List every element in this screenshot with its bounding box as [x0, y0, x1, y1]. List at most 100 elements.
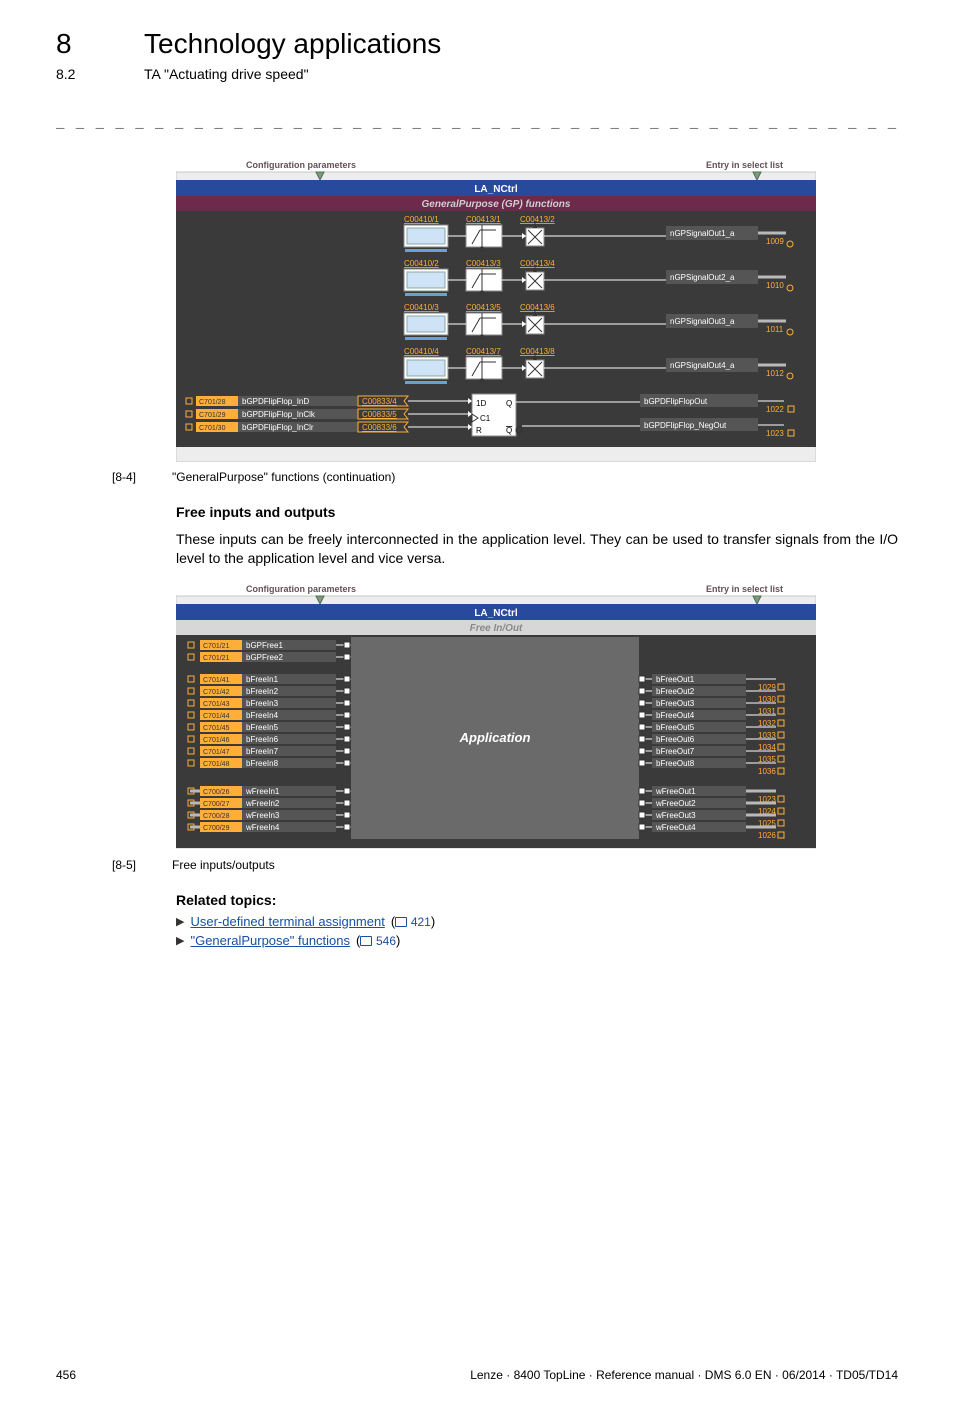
ff-output-label: bGPDFlipFlop_NegOut: [644, 421, 727, 430]
free-in-label: bGPFree2: [246, 653, 283, 662]
bar-title: LA_NCtrl: [474, 184, 518, 195]
code-link[interactable]: C00410/3: [404, 303, 439, 312]
related-link[interactable]: User-defined terminal assignment: [190, 914, 384, 929]
figure-id: [8-4]: [112, 470, 156, 484]
code-link[interactable]: C00413/4: [520, 259, 555, 268]
select-num: 1011: [766, 325, 784, 334]
signal-out-label: nGPSignalOut3_a: [670, 317, 735, 326]
free-in-label: bGPFree1: [246, 641, 283, 650]
code-link[interactable]: C00413/7: [466, 347, 501, 356]
port-label: C701/29: [199, 412, 226, 419]
figure-caption: Free inputs/outputs: [172, 858, 275, 872]
code-link[interactable]: C00413/2: [520, 215, 555, 224]
section-title: TA "Actuating drive speed": [144, 66, 309, 82]
code-link[interactable]: C00833/4: [362, 397, 397, 406]
ff-pin: 1D: [476, 399, 486, 408]
port-label: C700/28: [203, 813, 230, 820]
free-in-label: bFreeIn7: [246, 747, 279, 756]
code-link[interactable]: C00410/2: [404, 259, 439, 268]
select-num: 1023: [766, 429, 784, 438]
port-label: C701/44: [203, 713, 230, 720]
config-params-label: Configuration parameters: [246, 160, 356, 170]
ff-output-label: bGPDFlipFlopOut: [644, 397, 708, 406]
book-icon: [395, 917, 407, 927]
port-label: C701/21: [203, 643, 230, 650]
port-label: C701/28: [199, 399, 226, 406]
select-num: 1010: [766, 281, 784, 290]
figure-id: [8-5]: [112, 858, 156, 872]
free-io-paragraph: These inputs can be freely interconnecte…: [176, 530, 898, 568]
port-label: C701/46: [203, 737, 230, 744]
sub-title: Free In/Out: [470, 623, 523, 634]
free-out-label: bFreeOut8: [656, 759, 695, 768]
port-label: C701/45: [203, 725, 230, 732]
page-ref[interactable]: 421: [411, 915, 431, 929]
entry-select-label: Entry in select list: [706, 584, 783, 594]
free-in-label: wFreeIn3: [245, 811, 280, 820]
page-ref-group: ( 421): [391, 914, 435, 929]
related-link-row: ▶ User-defined terminal assignment ( 421…: [176, 914, 898, 929]
select-num: 1022: [766, 405, 784, 414]
book-icon: [360, 936, 372, 946]
code-link[interactable]: C00410/1: [404, 215, 439, 224]
free-in-label: bFreeIn1: [246, 675, 279, 684]
free-out-label: bFreeOut3: [656, 699, 695, 708]
free-in-label: bFreeIn3: [246, 699, 279, 708]
free-out-label: bFreeOut6: [656, 735, 695, 744]
code-link[interactable]: C00833/5: [362, 410, 397, 419]
code-link[interactable]: C00413/5: [466, 303, 501, 312]
code-link[interactable]: C00413/8: [520, 347, 555, 356]
free-in-label: bFreeIn4: [246, 711, 279, 720]
free-in-label: bFreeIn5: [246, 723, 279, 732]
page-ref[interactable]: 546: [376, 934, 396, 948]
code-link[interactable]: C00413/3: [466, 259, 501, 268]
chapter-title: Technology applications: [144, 28, 441, 60]
triangle-icon: ▶: [176, 915, 184, 928]
select-num: 1036: [758, 767, 776, 776]
free-out-label: bFreeOut1: [656, 675, 695, 684]
chapter-number: 8: [56, 28, 116, 60]
application-label: Application: [459, 730, 531, 745]
code-link[interactable]: C00410/4: [404, 347, 439, 356]
free-out-label: wFreeOut4: [655, 823, 696, 832]
diagram-general-purpose: Configuration parameters Entry in select…: [176, 158, 816, 462]
select-num: 1009: [766, 237, 784, 246]
figure-caption: "GeneralPurpose" functions (continuation…: [172, 470, 395, 484]
section-number: 8.2: [56, 66, 116, 82]
select-num: 1012: [766, 369, 784, 378]
entry-select-label: Entry in select list: [706, 160, 783, 170]
port-label: C700/29: [203, 825, 230, 832]
ff-pin: Q: [506, 426, 512, 435]
ff-input-label: bGPDFlipFlop_InD: [242, 397, 309, 406]
port-label: C701/41: [203, 677, 230, 684]
port-label: C701/47: [203, 749, 230, 756]
port-label: C700/26: [203, 789, 230, 796]
ff-pin: C1: [480, 414, 491, 423]
free-out-label: wFreeOut3: [655, 811, 696, 820]
free-io-heading: Free inputs and outputs: [176, 504, 898, 520]
port-label: C701/43: [203, 701, 230, 708]
triangle-icon: ▶: [176, 934, 184, 947]
port-label: C701/21: [203, 655, 230, 662]
ff-input-label: bGPDFlipFlop_InClk: [242, 410, 316, 419]
free-in-label: wFreeIn1: [245, 787, 280, 796]
diagram-free-io: Configuration parameters Entry in select…: [176, 582, 816, 850]
port-label: C700/27: [203, 801, 230, 808]
port-label: C701/30: [199, 425, 226, 432]
code-link[interactable]: C00413/6: [520, 303, 555, 312]
signal-out-label: nGPSignalOut1_a: [670, 229, 735, 238]
free-in-label: bFreeIn6: [246, 735, 279, 744]
port-label: C701/42: [203, 689, 230, 696]
free-out-label: bFreeOut2: [656, 687, 695, 696]
free-in-label: wFreeIn4: [245, 823, 280, 832]
related-link[interactable]: "GeneralPurpose" functions: [190, 933, 350, 948]
config-params-label: Configuration parameters: [246, 584, 356, 594]
signal-out-label: nGPSignalOut2_a: [670, 273, 735, 282]
free-in-label: wFreeIn2: [245, 799, 280, 808]
page-ref-group: ( 546): [356, 933, 400, 948]
sub-title: GeneralPurpose (GP) functions: [422, 199, 571, 210]
free-out-label: bFreeOut5: [656, 723, 695, 732]
code-link[interactable]: C00413/1: [466, 215, 501, 224]
code-link[interactable]: C00833/6: [362, 423, 397, 432]
ff-pin: Q: [506, 399, 512, 408]
